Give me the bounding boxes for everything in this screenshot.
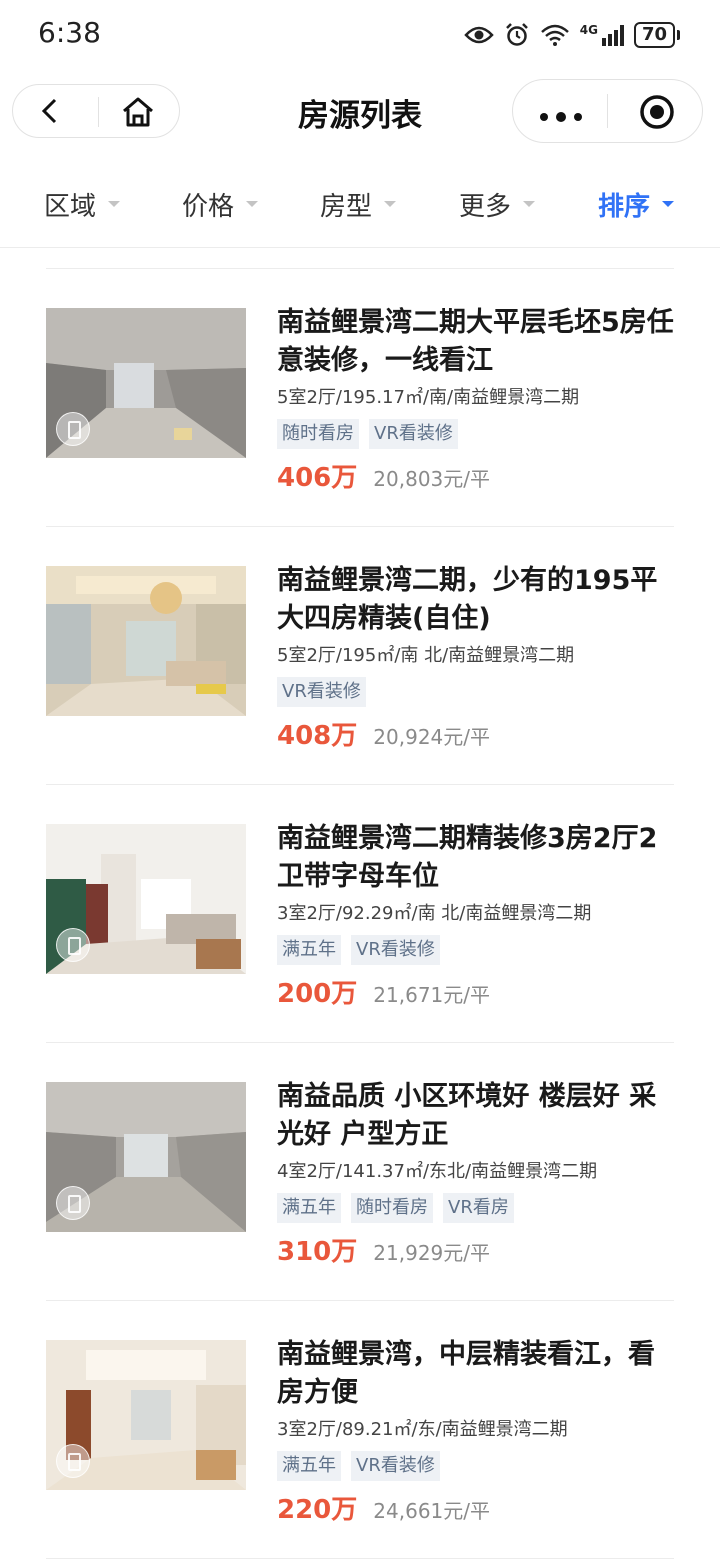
listing-price: 310万 [277,1237,358,1267]
caret-down-icon [246,201,259,207]
listing-price: 408万 [277,721,358,751]
listing-item[interactable]: 南益鲤景湾二期，少有的195平大四房精装(自住) 5室2厅/195㎡/南 北/南… [0,527,720,785]
battery-level: 70 [633,22,675,48]
listing-photo [46,1340,246,1490]
listing-price: 200万 [277,979,358,1009]
listing-item[interactable]: 南益鲤景湾，中层精装看江，看房方便 3室2厅/89.21㎡/东/南益鲤景湾二期 … [0,1301,720,1559]
tag: VR看装修 [277,677,366,707]
status-time: 6:38 [38,16,101,49]
chevron-left-icon[interactable] [37,98,63,124]
filter-label: 房型 [320,191,373,222]
price-row: 406万 20,803元/平 [277,457,490,494]
filter-more[interactable]: 更多 [459,184,536,224]
tag: 满五年 [277,1193,341,1223]
caret-down-icon [523,201,536,207]
listing-unit-price: 24,661元/平 [373,1499,490,1523]
nav-capsule-left [12,84,180,138]
page-title: 房源列表 [298,98,422,134]
listing-tags: 满五年 VR看装修 [277,935,440,965]
vr-icon [56,412,90,446]
filter-label: 区域 [44,191,97,222]
filter-region[interactable]: 区域 [44,184,121,224]
listing-photo [46,308,246,458]
listing-unit-price: 20,924元/平 [373,725,490,749]
price-row: 310万 21,929元/平 [277,1231,490,1268]
vr-icon [56,928,90,962]
listing-specs: 5室2厅/195.17㎡/南/南益鲤景湾二期 [277,387,580,408]
listing-title: 南益品质 小区环境好 楼层好 采光好 户型方正 [277,1081,657,1150]
caret-down-icon [662,201,675,207]
listing-photo [46,566,246,716]
listing-specs: 3室2厅/89.21㎡/东/南益鲤景湾二期 [277,1419,568,1440]
filter-label: 价格 [182,191,235,222]
listing-tags: 随时看房 VR看装修 [277,419,458,449]
target-close-icon[interactable] [639,94,675,130]
listing-tags: 满五年 VR看装修 [277,1451,440,1481]
tag: 随时看房 [277,419,359,449]
listing-item[interactable]: 南益鲤景湾二期精装修3房2厅2卫带字母车位 3室2厅/92.29㎡/南 北/南益… [0,785,720,1043]
listing-specs: 5室2厅/195㎡/南 北/南益鲤景湾二期 [277,645,575,666]
tag: VR看装修 [369,419,458,449]
listing-title: 南益鲤景湾二期，少有的195平大四房精装(自住) [277,565,658,634]
listing-tags: VR看装修 [277,677,366,707]
listing-photo [46,1082,246,1232]
listing-tags: 满五年 随时看房 VR看房 [277,1193,514,1223]
eye-icon [464,25,494,45]
tag: VR看装修 [351,1451,440,1481]
status-icons: 4G 70 [464,18,680,52]
vr-icon [56,1444,90,1478]
signal-icon: 4G [580,24,624,46]
listing-list: 南益鲤景湾二期大平层毛坯5房任意装修，一线看江 5室2厅/195.17㎡/南/南… [0,269,720,1559]
listing-specs: 4室2厅/141.37㎡/东北/南益鲤景湾二期 [277,1161,598,1182]
listing-unit-price: 21,671元/平 [373,983,490,1007]
listing-specs: 3室2厅/92.29㎡/南 北/南益鲤景湾二期 [277,903,592,924]
filter-bar: 区域 价格 房型 更多 排序 [0,170,720,248]
alarm-icon [504,22,530,48]
filter-sort[interactable]: 排序 [598,184,675,224]
vr-icon [56,1186,90,1220]
filter-label: 排序 [598,191,651,222]
listing-title: 南益鲤景湾二期大平层毛坯5房任意装修，一线看江 [277,307,674,376]
listing-photo [46,824,246,974]
listing-unit-price: 21,929元/平 [373,1241,490,1265]
tag: VR看房 [443,1193,514,1223]
nav-bar: 房源列表 [0,78,720,144]
tag: 满五年 [277,1451,341,1481]
caret-down-icon [108,201,121,207]
listing-item[interactable]: 南益鲤景湾二期大平层毛坯5房任意装修，一线看江 5室2厅/195.17㎡/南/南… [0,269,720,527]
battery-icon: 70 [633,22,680,48]
filter-layout[interactable]: 房型 [320,184,397,224]
tag: 随时看房 [351,1193,433,1223]
tag: VR看装修 [351,935,440,965]
wifi-icon [540,23,570,47]
filter-price[interactable]: 价格 [182,184,259,224]
listing-price: 220万 [277,1495,358,1525]
filter-label: 更多 [459,191,512,222]
home-icon[interactable] [121,96,155,128]
listing-price: 406万 [277,463,358,493]
listing-title: 南益鲤景湾，中层精装看江，看房方便 [277,1339,655,1408]
tag: 满五年 [277,935,341,965]
price-row: 200万 21,671元/平 [277,973,490,1010]
price-row: 220万 24,661元/平 [277,1489,490,1526]
listing-item[interactable]: 南益品质 小区环境好 楼层好 采光好 户型方正 4室2厅/141.37㎡/东北/… [0,1043,720,1301]
nav-capsule-right [512,79,703,143]
price-row: 408万 20,924元/平 [277,715,490,752]
listing-unit-price: 20,803元/平 [373,467,490,491]
caret-down-icon [384,201,397,207]
network-type: 4G [579,23,598,37]
more-dots-icon[interactable] [539,107,583,122]
listing-title: 南益鲤景湾二期精装修3房2厅2卫带字母车位 [277,823,658,892]
status-bar: 6:38 4G 70 [0,0,720,70]
